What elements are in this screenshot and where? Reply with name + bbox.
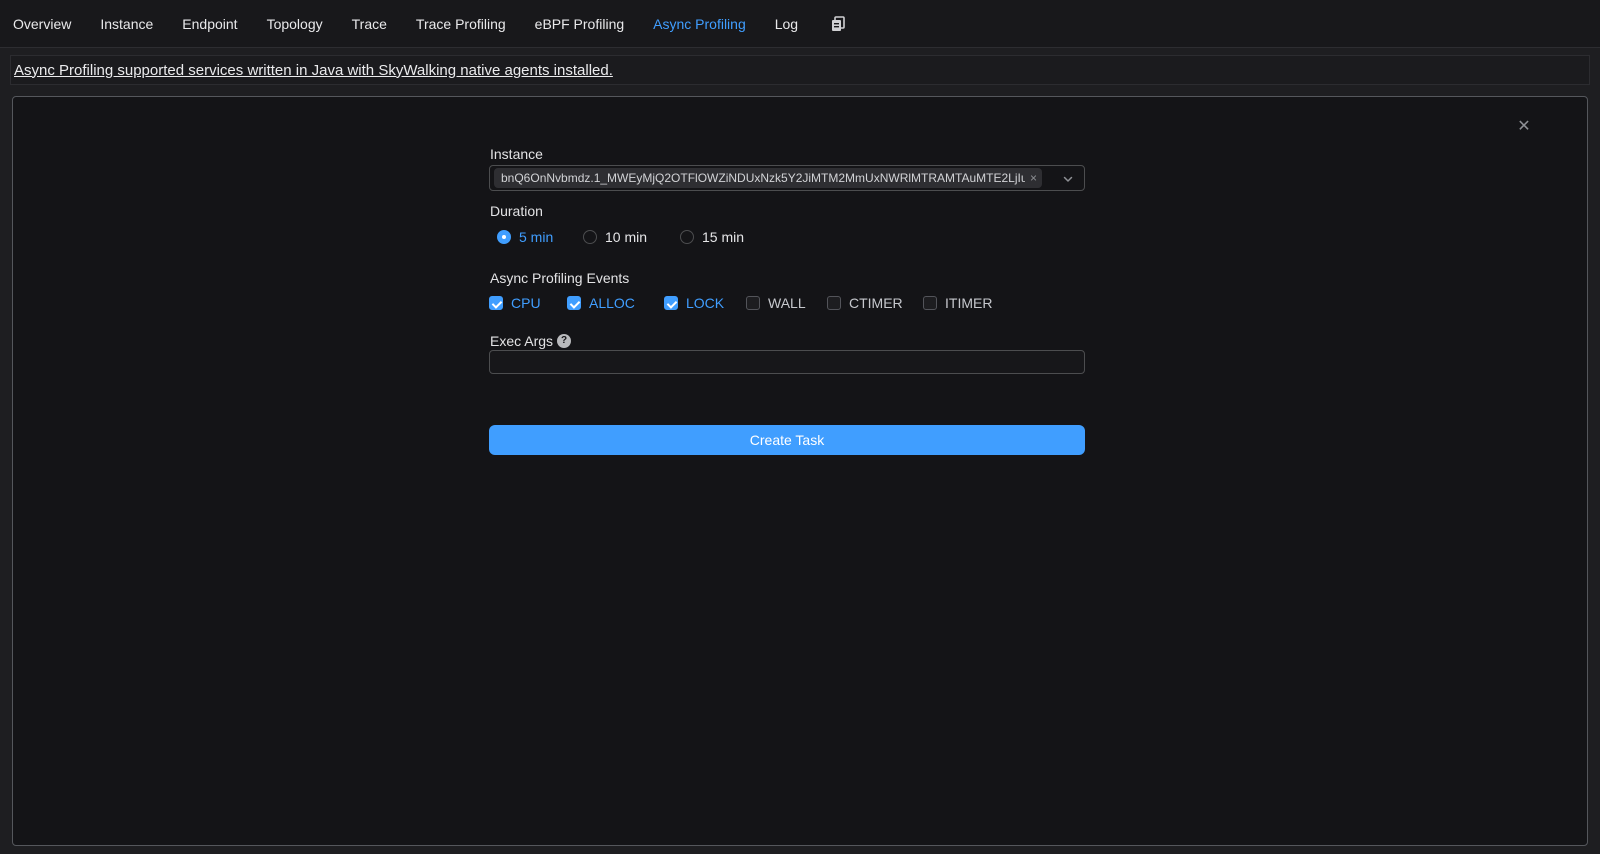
- radio-circle: [680, 230, 694, 244]
- radio-label: 15 min: [702, 229, 744, 245]
- checkbox-box: [489, 296, 503, 310]
- create-task-button[interactable]: Create Task: [489, 425, 1085, 455]
- checkbox-box: [923, 296, 937, 310]
- checkbox-itimer[interactable]: ITIMER: [923, 295, 992, 311]
- checkbox-box: [664, 296, 678, 310]
- checkbox-box: [827, 296, 841, 310]
- tab-endpoint[interactable]: Endpoint: [182, 16, 237, 32]
- checkbox-label: ITIMER: [945, 295, 992, 311]
- events-label: Async Profiling Events: [490, 270, 629, 286]
- tab-ebpf-profiling[interactable]: eBPF Profiling: [535, 16, 624, 32]
- checkbox-alloc[interactable]: ALLOC: [567, 295, 635, 311]
- radio-15-min[interactable]: 15 min: [680, 229, 744, 245]
- checkbox-box: [746, 296, 760, 310]
- events-checkbox-group: CPU ALLOC LOCK WALL CTIMER ITIMER: [0, 295, 1100, 311]
- checkbox-label: CPU: [511, 295, 541, 311]
- selected-instance-tag: bnQ6OnNvbmdz.1_MWEyMjQ2OTFlOWZiNDUxNzk5Y…: [494, 168, 1042, 188]
- create-task-panel: [12, 96, 1588, 846]
- checkbox-box: [567, 296, 581, 310]
- tab-log[interactable]: Log: [775, 16, 798, 32]
- checkbox-cpu[interactable]: CPU: [489, 295, 541, 311]
- tab-instance[interactable]: Instance: [100, 16, 153, 32]
- radio-circle: [497, 230, 511, 244]
- checkbox-label: WALL: [768, 295, 806, 311]
- selected-instance-text: bnQ6OnNvbmdz.1_MWEyMjQ2OTFlOWZiNDUxNzk5Y…: [501, 171, 1025, 185]
- exec-args-input[interactable]: [489, 350, 1085, 374]
- instance-select[interactable]: bnQ6OnNvbmdz.1_MWEyMjQ2OTFlOWZiNDUxNzk5Y…: [489, 165, 1085, 191]
- radio-circle: [583, 230, 597, 244]
- checkbox-label: ALLOC: [589, 295, 635, 311]
- duration-label: Duration: [490, 203, 543, 219]
- document-copy-icon[interactable]: [829, 15, 847, 33]
- instance-label: Instance: [490, 146, 543, 162]
- tab-topology[interactable]: Topology: [267, 16, 323, 32]
- checkbox-lock[interactable]: LOCK: [664, 295, 724, 311]
- exec-args-label: Exec Args: [490, 333, 553, 349]
- radio-label: 10 min: [605, 229, 647, 245]
- chevron-down-icon: [1061, 172, 1075, 191]
- checkbox-wall[interactable]: WALL: [746, 295, 806, 311]
- radio-5-min[interactable]: 5 min: [497, 229, 553, 245]
- radio-label: 5 min: [519, 229, 553, 245]
- banner: Async Profiling supported services writt…: [10, 55, 1590, 85]
- tab-overview[interactable]: Overview: [13, 16, 71, 32]
- checkbox-label: CTIMER: [849, 295, 903, 311]
- checkbox-ctimer[interactable]: CTIMER: [827, 295, 903, 311]
- checkbox-label: LOCK: [686, 295, 724, 311]
- tag-remove-icon[interactable]: ×: [1030, 172, 1037, 184]
- tab-trace-profiling[interactable]: Trace Profiling: [416, 16, 506, 32]
- top-nav: Overview Instance Endpoint Topology Trac…: [0, 0, 1600, 48]
- close-icon[interactable]: ✕: [1512, 115, 1536, 139]
- duration-radio-group: 5 min 10 min 15 min: [489, 229, 1089, 245]
- radio-10-min[interactable]: 10 min: [583, 229, 647, 245]
- tab-async-profiling[interactable]: Async Profiling: [653, 16, 746, 32]
- tab-trace[interactable]: Trace: [352, 16, 387, 32]
- supported-services-link[interactable]: Async Profiling supported services writt…: [14, 62, 613, 79]
- help-icon[interactable]: ?: [557, 334, 571, 348]
- async-profiling-page: Overview Instance Endpoint Topology Trac…: [0, 0, 1600, 854]
